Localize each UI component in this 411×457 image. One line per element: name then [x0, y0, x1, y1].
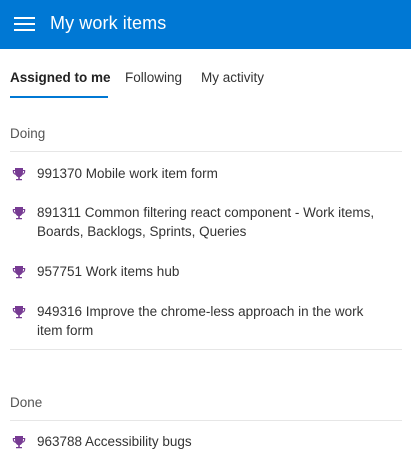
- trophy-icon: [12, 207, 26, 220]
- work-item-963788[interactable]: 963788 Accessibility bugs: [10, 432, 402, 456]
- trophy-icon: [12, 436, 26, 449]
- active-tab-indicator: [10, 96, 108, 98]
- page-title: My work items: [50, 13, 167, 33]
- divider: [10, 420, 402, 421]
- work-item-title: 957751 Work items hub: [37, 264, 180, 279]
- tab-my-activity[interactable]: My activity: [201, 70, 264, 85]
- work-item-949316[interactable]: 949316 Improve the chrome-less approach …: [10, 302, 402, 346]
- work-item-title: 963788 Accessibility bugs: [37, 434, 192, 449]
- work-item-891311[interactable]: 891311 Common filtering react component …: [10, 203, 402, 247]
- tab-following[interactable]: Following: [125, 70, 182, 85]
- work-item-title: 891311 Common filtering react component …: [37, 205, 375, 239]
- tab-assigned-to-me[interactable]: Assigned to me: [10, 70, 111, 85]
- trophy-icon: [12, 168, 26, 181]
- divider: [10, 349, 402, 350]
- work-item-title: 949316 Improve the chrome-less approach …: [37, 304, 364, 338]
- section-label-doing: Doing: [10, 126, 46, 141]
- app-header: My work items: [0, 0, 411, 49]
- tab-bar: Assigned to me Following My activity: [0, 49, 411, 99]
- section-label-done: Done: [10, 395, 43, 410]
- work-item-957751[interactable]: 957751 Work items hub: [10, 262, 402, 286]
- hamburger-menu-icon[interactable]: [14, 16, 36, 34]
- work-item-title: 991370 Mobile work item form: [37, 166, 218, 181]
- divider: [10, 151, 402, 152]
- work-item-991370[interactable]: 991370 Mobile work item form: [10, 164, 402, 188]
- trophy-icon: [12, 306, 26, 319]
- trophy-icon: [12, 266, 26, 279]
